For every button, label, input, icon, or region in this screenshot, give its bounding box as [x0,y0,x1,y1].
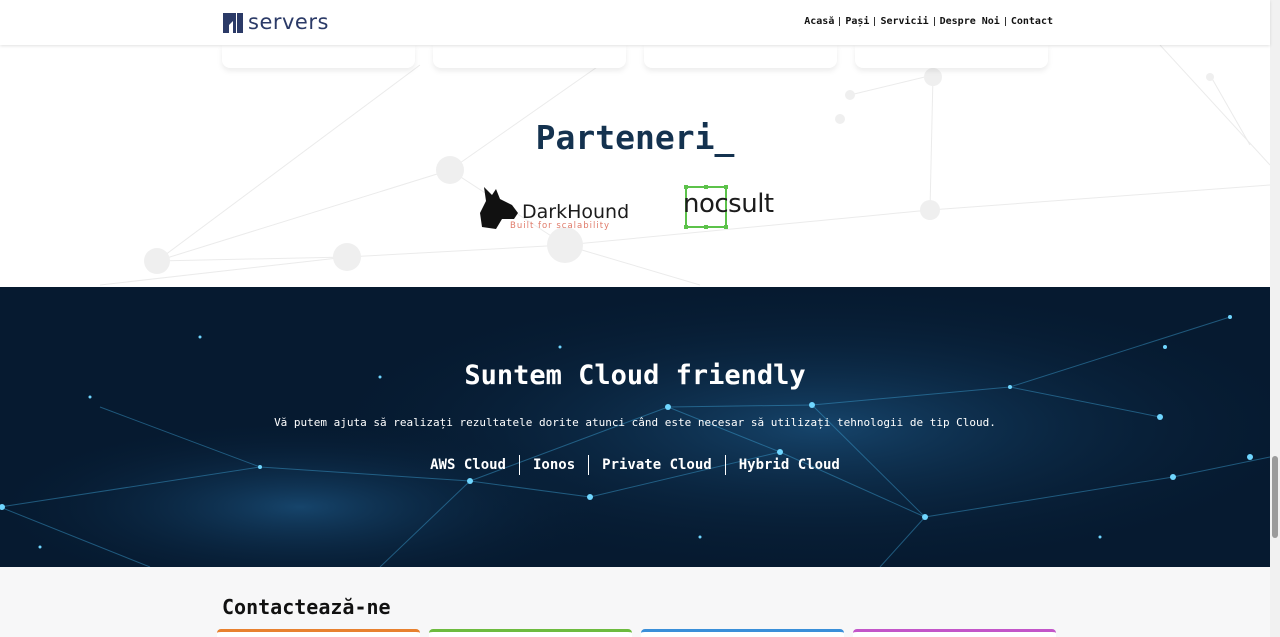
partners-section: Parteneri_ DarkHound Built for scalabili… [0,45,1270,287]
cloud-item-aws: AWS Cloud [430,457,506,473]
site-header: servers Acasă Pași Servicii Despre Noi C… [0,0,1270,45]
partners-title: Parteneri_ [535,118,735,157]
cloud-subtitle: Vă putem ajuta să realizați rezultatele … [274,416,996,429]
nav-separator [874,17,876,26]
page-scrollbar[interactable] [1270,0,1280,637]
cloud-item-hybrid: Hybrid Cloud [738,457,840,473]
cloud-separator [724,455,726,475]
contact-title: Contactează-ne [222,595,391,619]
feature-card [644,45,837,68]
contact-cards-row [217,629,1056,637]
feature-card [433,45,626,68]
nav-link-pasi[interactable]: Pași [845,16,869,27]
contact-section: Contactează-ne [0,567,1270,637]
nav-link-servicii[interactable]: Servicii [880,16,928,27]
nav-link-despre-noi[interactable]: Despre Noi [940,16,1000,27]
nocsult-name: nocsult [683,189,774,219]
partner-logo-darkhound[interactable]: DarkHound Built for scalability [478,185,643,235]
contact-card [853,629,1056,637]
contact-card [217,629,420,637]
feature-card [222,45,415,68]
nav-link-contact[interactable]: Contact [1011,16,1053,27]
darkhound-name: DarkHound [522,201,630,223]
main-nav: Acasă Pași Servicii Despre Noi Contact [804,16,1053,27]
logo[interactable]: servers [222,10,329,34]
contact-card [641,629,844,637]
scrollbar-thumb[interactable] [1272,456,1278,538]
partner-logo-nocsult[interactable]: nocsult [682,185,786,231]
cloud-separator [518,455,520,475]
cloud-section: Suntem Cloud friendly Vă putem ajuta să … [0,287,1270,567]
nav-separator [839,17,841,26]
cloud-item-private: Private Cloud [602,457,712,473]
nav-separator [933,17,935,26]
cloud-providers-list: AWS Cloud Ionos Private Cloud Hybrid Clo… [0,455,1270,475]
cloud-item-ionos: Ionos [532,457,576,473]
cloud-title: Suntem Cloud friendly [464,360,806,391]
feature-card [855,45,1048,68]
logo-mark-icon [222,11,244,33]
darkhound-tagline: Built for scalability [510,221,611,231]
feature-cards-row [222,45,1048,68]
network-background [99,45,1270,286]
nav-link-acasa[interactable]: Acasă [804,16,834,27]
contact-card [429,629,632,637]
nav-separator [1004,17,1006,26]
cloud-separator [588,455,590,475]
logo-text: servers [248,10,329,34]
